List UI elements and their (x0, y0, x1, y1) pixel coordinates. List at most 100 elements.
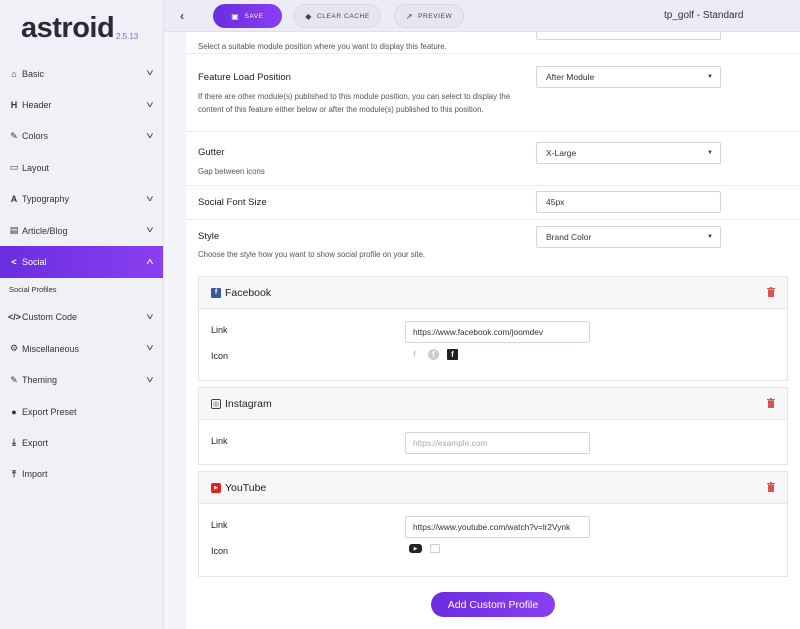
facebook-square-icon[interactable]: f (447, 349, 458, 360)
instagram-card-header[interactable]: ◎ Instagram (199, 388, 787, 420)
style-row: Style Choose the style how you want to s… (186, 220, 800, 264)
facebook-link-input[interactable]: https://www.facebook.com/joomdev (405, 321, 590, 343)
code-icon: </> (8, 312, 22, 323)
logo-text: astroid (21, 12, 115, 44)
style-select[interactable]: Brand Color ▼ (536, 226, 721, 248)
youtube-profile-card: ▶ YouTube Link https://www.youtube.com/w… (198, 471, 788, 577)
preview-button[interactable]: ↗ PREVIEW (394, 4, 464, 28)
external-link-icon: ↗ (405, 11, 414, 21)
add-custom-profile-button[interactable]: Add Custom Profile (431, 592, 555, 617)
brush-icon: ✎ (10, 374, 18, 385)
layout-icon: ▭ (9, 162, 19, 173)
sidebar-item-label: Miscellaneous (22, 343, 80, 354)
caret-down-icon: ▼ (707, 32, 713, 34)
chevron-down-icon: ˅ (146, 225, 154, 237)
trash-icon[interactable] (767, 287, 775, 297)
sidebar-item-label: Colors (22, 131, 49, 142)
gutter-select[interactable]: X-Large ▼ (536, 142, 721, 164)
module-position-select[interactable]: ▼ (536, 32, 721, 40)
instagram-link-label: Link (211, 436, 228, 446)
clear-cache-label: CLEAR CACHE (316, 12, 370, 20)
facebook-f-icon[interactable]: f (409, 349, 420, 360)
download-icon: ⤓ (12, 437, 16, 448)
youtube-icon: ▶ (211, 482, 221, 493)
chevron-down-icon: ˅ (146, 374, 154, 386)
sidebar-item-social[interactable]: < Social ˄ (0, 246, 163, 278)
youtube-card-header[interactable]: ▶ YouTube (199, 472, 787, 504)
typography-icon: A (10, 194, 18, 205)
sidebar-item-header[interactable]: H Header ˅ (0, 89, 163, 120)
logo: astroid 2.5.13 (0, 0, 163, 58)
gutter-row: Gutter Gap between icons X-Large ▼ (186, 132, 800, 186)
youtube-square-icon[interactable] (430, 544, 440, 553)
load-position-desc: If there are other module(s) published t… (198, 92, 511, 114)
load-position-select[interactable]: After Module ▼ (536, 66, 721, 88)
sidebar-item-layout[interactable]: ▭ Layout (0, 152, 163, 183)
sidebar-item-import[interactable]: ⤒ Import (0, 459, 163, 490)
facebook-circle-icon[interactable]: f (428, 349, 439, 360)
chevron-left-icon: ‹ (180, 9, 184, 23)
sidebar-item-label: Custom Code (22, 312, 78, 323)
facebook-card-header[interactable]: f Facebook (199, 277, 787, 309)
sidebar-item-theming[interactable]: ✎ Theming ˅ (0, 365, 163, 396)
article-icon: ▤ (9, 225, 19, 236)
upload-icon: ⤒ (12, 468, 16, 479)
youtube-icon-options: ▶ (409, 544, 440, 553)
sidebar-item-label: Basic (22, 68, 45, 79)
youtube-icon-label: Icon (211, 546, 229, 556)
sidebar-item-label: Export (22, 437, 49, 448)
sidebar-item-article-blog[interactable]: ▤ Article/Blog ˅ (0, 215, 163, 246)
font-size-title: Social Font Size (198, 197, 267, 208)
sidebar-item-typography[interactable]: A Typography ˅ (0, 184, 163, 215)
brush-icon: ✎ (10, 130, 18, 141)
sidebar-item-label: Import (22, 469, 48, 480)
chevron-down-icon: ˅ (146, 68, 154, 80)
sidebar-subitem-social-profiles[interactable]: Social Profiles (0, 278, 163, 302)
instagram-name: Instagram (225, 397, 272, 410)
facebook-square-icon: f (211, 287, 221, 298)
save-icon: ▣ (231, 11, 240, 21)
module-position-desc: Select a suitable module position where … (198, 42, 447, 51)
font-size-row: Social Font Size 45px (186, 186, 800, 220)
style-title: Style (198, 231, 220, 242)
facebook-name: Facebook (225, 286, 272, 299)
cogs-icon: ⚙ (9, 343, 19, 354)
chevron-down-icon: ˅ (146, 99, 154, 111)
clear-cache-button[interactable]: ◆ CLEAR CACHE (294, 4, 381, 28)
sidebar-item-label: Typography (22, 194, 70, 205)
trash-icon[interactable] (767, 398, 775, 408)
sidebar-item-export[interactable]: ⤓ Export (0, 427, 163, 458)
load-position-title: Feature Load Position (198, 72, 291, 83)
collapse-sidebar-button[interactable]: ‹ (164, 0, 200, 32)
sidebar-item-export-preset[interactable]: ● Export Preset (0, 396, 163, 427)
caret-down-icon: ▼ (707, 234, 713, 240)
trash-icon[interactable] (767, 482, 775, 492)
facebook-icon-label: Icon (211, 351, 229, 361)
gutter-desc: Gap between icons (198, 167, 265, 176)
gutter-title: Gutter (198, 147, 225, 158)
youtube-play-icon[interactable]: ▶ (409, 544, 422, 553)
facebook-link-label: Link (211, 325, 228, 335)
instagram-icon: ◎ (211, 398, 221, 409)
load-position-value: After Module (546, 72, 595, 82)
chevron-down-icon: ˅ (146, 193, 154, 205)
save-button[interactable]: ▣ SAVE (213, 4, 282, 28)
load-position-row: Feature Load Position If there are other… (186, 54, 800, 132)
header-icon: H (10, 100, 18, 111)
facebook-profile-card: f Facebook Link https://www.facebook.com… (198, 276, 788, 381)
sidebar-item-colors[interactable]: ✎ Colors ˅ (0, 121, 163, 152)
sidebar-item-custom-code[interactable]: </> Custom Code ˅ (0, 302, 163, 333)
gutter-value: X-Large (546, 148, 577, 158)
youtube-link-input[interactable]: https://www.youtube.com/watch?v=lr2Vynk (405, 516, 590, 538)
sidebar: astroid 2.5.13 ⌂ Basic ˅ H Header ˅ ✎ Colors ˅ ▭ L… (0, 0, 164, 629)
eraser-icon: ◆ (305, 11, 312, 21)
sidebar-item-label: Theming (22, 375, 58, 386)
instagram-link-input[interactable]: https://example.com (405, 432, 590, 454)
chevron-up-icon: ˄ (146, 256, 154, 268)
sidebar-item-label: Export Preset (22, 406, 77, 417)
sidebar-item-label: Social (22, 257, 47, 268)
module-position-row: ▼ Select a suitable module position wher… (186, 32, 800, 54)
sidebar-item-miscellaneous[interactable]: ⚙ Miscellaneous ˅ (0, 333, 163, 364)
font-size-input[interactable]: 45px (536, 191, 721, 213)
sidebar-item-basic[interactable]: ⌂ Basic ˅ (0, 58, 163, 89)
